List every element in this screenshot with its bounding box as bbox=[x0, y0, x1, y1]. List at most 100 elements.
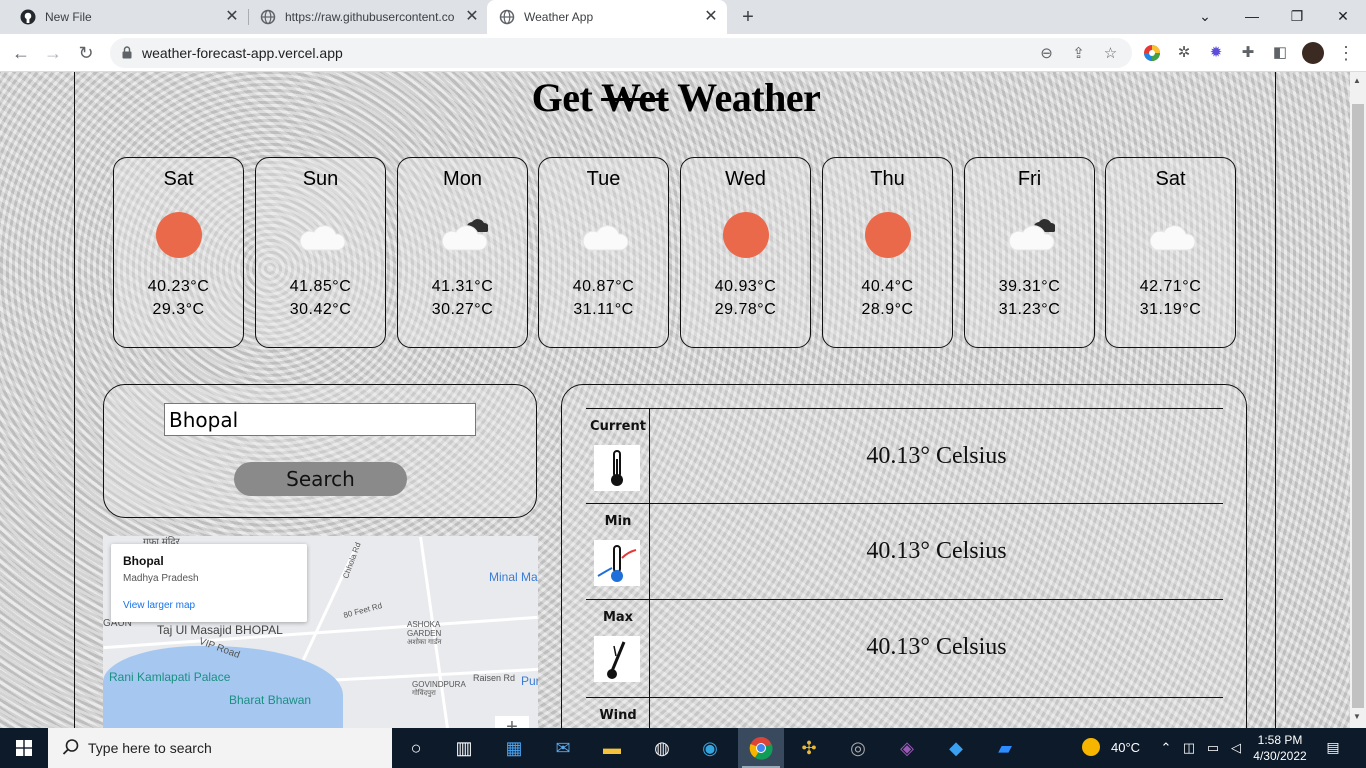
tab-label: New File bbox=[45, 10, 92, 24]
zoom-out-icon[interactable]: ⊖ bbox=[1038, 45, 1055, 62]
windows-start-icon[interactable] bbox=[16, 740, 32, 756]
close-icon[interactable]: ✕ bbox=[464, 9, 480, 25]
forecast-card: Thu 40.4°C 28.9°C bbox=[822, 157, 953, 348]
task-view-icon[interactable]: ▥ bbox=[452, 736, 476, 760]
mail-icon[interactable]: ✉ bbox=[551, 736, 575, 760]
chevron-up-icon[interactable]: ⌃ bbox=[1158, 740, 1174, 756]
gear-app-icon[interactable]: ◎ bbox=[846, 736, 870, 760]
forecast-high-temp: 40.93°C bbox=[714, 278, 777, 295]
forecast-low-temp: 28.9°C bbox=[861, 301, 914, 318]
search-panel: Search bbox=[103, 384, 537, 518]
cloud-dark-icon bbox=[1005, 210, 1056, 260]
city-search-input[interactable] bbox=[164, 403, 476, 436]
sun-icon bbox=[721, 210, 771, 260]
page-viewport: Get Wet Weather Sat 40.23°C 29.3°C Sun 41.85… bbox=[0, 72, 1350, 728]
forward-arrow-icon[interactable]: → bbox=[40, 40, 66, 66]
github-icon bbox=[20, 9, 36, 25]
map-lake bbox=[103, 646, 343, 728]
meet-now-icon[interactable]: ◫ bbox=[1181, 740, 1197, 756]
map-label: गोविंदपुरा bbox=[412, 690, 436, 697]
map-label: Minal Ma bbox=[489, 570, 538, 584]
google-map-embed[interactable]: गुफा मंदिर GAUN Taj Ul Masajid BHOPAL VI… bbox=[103, 536, 538, 728]
share-icon[interactable]: ⇪ bbox=[1070, 45, 1087, 62]
map-label: Raisen Rd bbox=[473, 673, 516, 683]
forecast-low-temp: 29.3°C bbox=[152, 301, 205, 318]
detail-label-cell: Wind bbox=[586, 698, 650, 728]
bookmark-star-icon[interactable]: ☆ bbox=[1102, 45, 1119, 62]
tab-search-chevron-icon[interactable]: ⌄ bbox=[1193, 5, 1217, 27]
cortana-icon[interactable]: ○ bbox=[404, 736, 428, 760]
close-icon[interactable]: ✕ bbox=[224, 9, 240, 25]
file-explorer-icon[interactable]: ▬ bbox=[600, 736, 624, 760]
forecast-day: Sat bbox=[1155, 168, 1186, 190]
forecast-card: Sun 41.85°C 30.42°C bbox=[255, 157, 386, 348]
gear-extension-icon[interactable]: ✹ bbox=[1207, 44, 1225, 62]
min-thermometer-icon bbox=[594, 540, 640, 586]
slack-icon[interactable]: ✣ bbox=[797, 736, 821, 760]
edge-browser-icon[interactable]: ◉ bbox=[698, 736, 722, 760]
globe-icon bbox=[260, 9, 276, 25]
close-icon[interactable]: ✕ bbox=[703, 9, 719, 25]
github-desktop-icon[interactable]: ◈ bbox=[895, 736, 919, 760]
browser-toolbar: ← → ↻ weather-forecast-app.vercel.app ⊖ … bbox=[0, 34, 1366, 72]
detail-label-cell: Max bbox=[586, 600, 650, 697]
map-label: Chhola Rd bbox=[341, 541, 363, 580]
detail-label: Min bbox=[604, 514, 632, 529]
microsoft-store-icon[interactable]: ▦ bbox=[502, 736, 526, 760]
detail-row-current: Current 40.13° Celsius bbox=[586, 408, 1223, 503]
new-tab-button[interactable]: + bbox=[738, 7, 758, 27]
map-info-card: Bhopal Madhya Pradesh View larger map bbox=[111, 544, 307, 622]
cloud-icon bbox=[1146, 210, 1196, 260]
scroll-down-arrow-icon[interactable]: ▼ bbox=[1353, 712, 1361, 721]
title-strikethrough: Wet bbox=[601, 75, 669, 120]
kebab-menu-icon[interactable]: ⋮ bbox=[1337, 41, 1355, 65]
bug-extension-icon[interactable]: ✲ bbox=[1175, 44, 1193, 62]
forecast-day: Wed bbox=[725, 168, 766, 190]
restore-icon[interactable]: ❐ bbox=[1285, 5, 1309, 27]
chrome-icon[interactable] bbox=[749, 736, 773, 760]
minimize-icon[interactable]: — bbox=[1240, 5, 1264, 27]
zoom-icon[interactable]: ▰ bbox=[993, 736, 1017, 760]
tab-weather-app[interactable]: Weather App ✕ bbox=[487, 0, 727, 34]
reload-icon[interactable]: ↻ bbox=[73, 40, 99, 66]
details-panel: Current 40.13° Celsius Min 40.13° Celsius Ma… bbox=[561, 384, 1247, 728]
browser-tab-strip: New File ✕ https://raw.githubusercontent… bbox=[0, 0, 1366, 34]
side-panel-icon[interactable]: ◧ bbox=[1271, 44, 1289, 62]
volume-icon[interactable]: ◁ bbox=[1228, 740, 1244, 756]
forecast-day: Tue bbox=[586, 168, 621, 190]
search-button[interactable]: Search bbox=[234, 462, 407, 496]
thermometer-icon bbox=[594, 445, 640, 491]
clock-app-icon[interactable]: ◍ bbox=[650, 736, 674, 760]
tab-raw-github[interactable]: https://raw.githubusercontent.co ✕ bbox=[248, 0, 488, 34]
scroll-up-arrow-icon[interactable]: ▲ bbox=[1353, 76, 1361, 85]
detail-label: Max bbox=[602, 610, 634, 625]
taskbar-temperature: 40°C bbox=[1111, 739, 1141, 755]
vscode-icon[interactable]: ◆ bbox=[944, 736, 968, 760]
title-prefix: Get bbox=[531, 75, 593, 120]
forecast-day: Mon bbox=[443, 168, 482, 190]
scrollbar-thumb[interactable] bbox=[1352, 104, 1364, 708]
notifications-icon[interactable]: ▤ bbox=[1324, 739, 1342, 757]
detail-row-max: Max 40.13° Celsius bbox=[586, 599, 1223, 697]
sun-icon bbox=[863, 210, 913, 260]
back-arrow-icon[interactable]: ← bbox=[8, 40, 34, 66]
network-icon[interactable]: ▭ bbox=[1205, 740, 1221, 756]
taskbar-weather[interactable]: 40°C bbox=[1082, 738, 1140, 756]
map-label: ASHOKA GARDEN bbox=[407, 620, 442, 638]
map-zoom-in-button[interactable]: + bbox=[495, 716, 529, 728]
forecast-low-temp: 31.23°C bbox=[998, 301, 1061, 318]
url-text: weather-forecast-app.vercel.app bbox=[142, 45, 343, 61]
color-picker-extension-icon[interactable] bbox=[1143, 44, 1161, 62]
puzzle-extensions-icon[interactable]: ✚ bbox=[1239, 44, 1257, 62]
tab-new-file[interactable]: New File ✕ bbox=[8, 0, 248, 34]
page-title: Get Wet Weather bbox=[75, 74, 1277, 121]
max-thermometer-icon bbox=[594, 636, 640, 682]
profile-avatar[interactable] bbox=[1302, 42, 1324, 64]
address-bar[interactable]: weather-forecast-app.vercel.app ⊖ ⇪ ☆ bbox=[110, 38, 1132, 68]
map-label: GOVINDPURA bbox=[412, 680, 466, 689]
view-larger-map-link[interactable]: View larger map bbox=[123, 600, 195, 611]
system-clock[interactable]: 1:58 PM 4/30/2022 bbox=[1252, 732, 1308, 764]
taskbar-search-box[interactable]: Type here to search bbox=[48, 728, 392, 768]
close-window-icon[interactable]: ✕ bbox=[1331, 5, 1355, 27]
detail-row-wind: Wind bbox=[586, 697, 1223, 728]
